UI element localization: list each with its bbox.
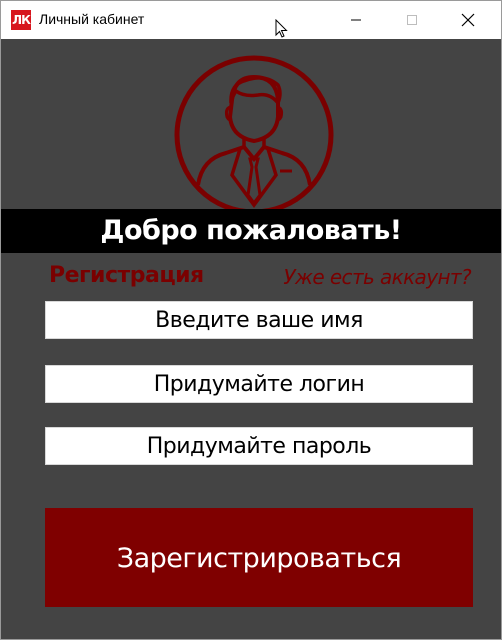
close-button[interactable] [445, 1, 491, 39]
name-input[interactable] [45, 301, 473, 339]
close-icon [461, 13, 475, 27]
minimize-icon [351, 19, 361, 21]
registration-title: Регистрация [49, 263, 204, 288]
mouse-cursor-icon [275, 19, 288, 38]
maximize-icon [407, 15, 417, 25]
app-logo-icon: ЛК [11, 10, 31, 30]
user-avatar-icon [174, 55, 334, 215]
password-input[interactable] [45, 427, 473, 465]
minimize-button[interactable] [333, 1, 379, 39]
window-title: Личный кабинет [39, 11, 145, 27]
title-bar[interactable]: ЛК Личный кабинет [1, 1, 501, 39]
maximize-button[interactable] [389, 1, 435, 39]
app-window: ЛК Личный кабинет Добро пожаловать! Реги… [0, 0, 502, 640]
register-button[interactable]: Зарегистрироваться [45, 508, 473, 607]
login-input[interactable] [45, 365, 473, 403]
main-content: Добро пожаловать! Регистрация Уже есть а… [1, 39, 501, 639]
have-account-link[interactable]: Уже есть аккаунт? [283, 265, 471, 289]
welcome-heading: Добро пожаловать! [1, 209, 501, 253]
